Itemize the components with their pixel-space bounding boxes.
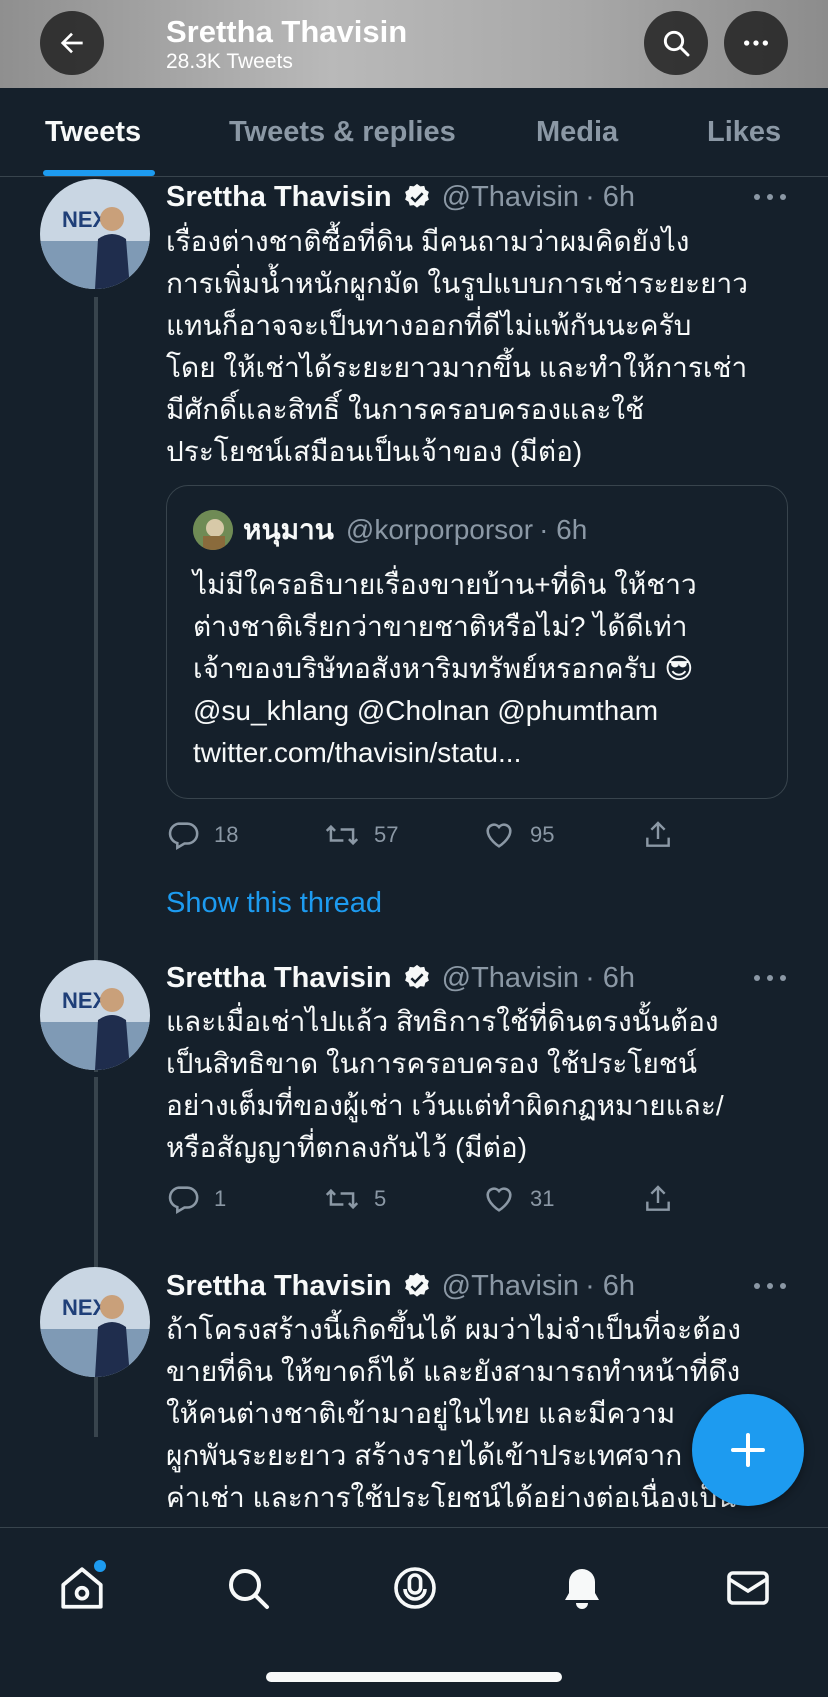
tweet-actions: 1 5 31	[166, 1179, 686, 1219]
user-handle[interactable]: @Thavisin	[442, 1270, 579, 1303]
user-name[interactable]: Srettha Thavisin	[166, 962, 392, 995]
profile-tabs: Tweets Tweets & replies Media Likes	[0, 88, 828, 177]
tweet-header: Srettha Thavisin @Thavisin · 6h	[166, 958, 635, 998]
verified-badge-icon	[402, 1271, 432, 1301]
quoted-tweet-header: หนุมาน @korporporsor · 6h	[193, 510, 587, 550]
avatar[interactable]: NEX	[40, 960, 150, 1070]
tab-tweets-and-replies[interactable]: Tweets & replies	[229, 116, 456, 149]
share-button[interactable]	[642, 1179, 688, 1219]
tweet-more-icon[interactable]	[754, 1276, 786, 1296]
verified-badge-icon	[402, 963, 432, 993]
active-tab-indicator	[43, 170, 155, 176]
quoted-tweet[interactable]: หนุมาน @korporporsor · 6h ไม่มีใครอธิบาย…	[166, 485, 788, 799]
quoted-user-handle: @korporporsor	[345, 514, 534, 545]
retweet-icon	[325, 1188, 359, 1210]
profile-photo-icon: NEX	[40, 1267, 150, 1377]
share-icon	[646, 1185, 670, 1211]
avatar[interactable]: NEX	[40, 1267, 150, 1377]
thread-line	[94, 297, 98, 1072]
tab-media[interactable]: Media	[536, 116, 618, 149]
tab-tweets[interactable]: Tweets	[45, 116, 141, 149]
quoted-user-name: หนุมาน	[243, 514, 334, 545]
show-thread-link[interactable]: Show this thread	[166, 887, 382, 920]
reply-count: 18	[214, 822, 239, 847]
header-title: Srettha Thavisin	[166, 14, 408, 49]
share-button[interactable]	[642, 815, 688, 855]
plus-icon	[731, 1433, 765, 1467]
user-name[interactable]: Srettha Thavisin	[166, 1270, 392, 1303]
retweet-button[interactable]: 57	[324, 815, 398, 855]
quoted-tweet-text: ไม่มีใครอธิบายเรื่องขายบ้าน+ที่ดิน ให้ชา…	[193, 569, 697, 768]
avatar[interactable]: NEX	[40, 179, 150, 289]
quoted-profile-photo-icon	[193, 510, 233, 550]
retweet-button[interactable]: 5	[324, 1179, 386, 1219]
more-horizontal-icon	[744, 40, 768, 46]
more-options-button[interactable]	[724, 11, 788, 75]
quoted-avatar	[193, 510, 233, 550]
tweet-text: และเมื่อเช่าไปแล้ว สิทธิการใช้ที่ดินตรงน…	[166, 1006, 724, 1163]
spaces-microphone-icon	[394, 1567, 436, 1609]
search-icon	[229, 1569, 269, 1609]
tweet-count: 28.3K Tweets	[166, 50, 293, 73]
verified-badge-icon	[402, 182, 432, 212]
nav-spaces[interactable]	[385, 1558, 445, 1618]
back-button[interactable]	[40, 11, 104, 75]
nav-messages[interactable]	[718, 1558, 778, 1618]
tab-likes[interactable]: Likes	[707, 116, 781, 149]
reply-icon	[168, 1186, 199, 1215]
compose-tweet-button[interactable]	[692, 1394, 804, 1506]
nav-home[interactable]	[52, 1558, 112, 1618]
user-handle[interactable]: @Thavisin	[442, 962, 579, 995]
tweet-header: Srettha Thavisin @Thavisin · 6h	[166, 177, 635, 217]
tweet-feed[interactable]: NEX Srettha Thavisin @Thavisin · 6h เรื่…	[0, 177, 828, 1527]
bottom-navigation	[0, 1527, 828, 1697]
mail-icon	[727, 1571, 769, 1605]
tweet-time: · 6h	[585, 1269, 636, 1302]
reply-button[interactable]: 1	[166, 1179, 226, 1219]
thread-line	[94, 1077, 98, 1437]
tweet-text: เรื่องต่างชาติซื้อที่ดิน มีคนถามว่าผมคิด…	[166, 226, 748, 467]
tweet-header: Srettha Thavisin @Thavisin · 6h	[166, 1266, 635, 1306]
retweet-count: 5	[374, 1186, 387, 1211]
retweet-icon	[325, 824, 359, 846]
like-count: 95	[530, 822, 555, 847]
reply-icon	[168, 822, 199, 851]
tweet-text: ถ้าโครงสร้างนี้เกิดขึ้นได้ ผมว่าไม่จำเป็…	[166, 1314, 741, 1513]
tweet-time: · 6h	[585, 180, 636, 213]
quoted-tweet-time: · 6h	[539, 514, 588, 545]
like-count: 31	[530, 1186, 555, 1211]
thread-dots	[94, 899, 98, 915]
search-button[interactable]	[644, 11, 708, 75]
reply-count: 1	[214, 1186, 227, 1211]
notification-dot	[94, 1560, 106, 1572]
tweet-more-icon[interactable]	[754, 187, 786, 207]
back-arrow-icon	[60, 32, 83, 54]
profile-header: Srettha Thavisin 28.3K Tweets	[0, 0, 828, 88]
bell-icon	[565, 1569, 599, 1609]
profile-photo-icon: NEX	[40, 960, 150, 1070]
home-indicator	[266, 1672, 562, 1682]
nav-notifications[interactable]	[552, 1558, 612, 1618]
user-name[interactable]: Srettha Thavisin	[166, 181, 392, 214]
like-button[interactable]: 31	[482, 1179, 554, 1219]
heart-icon	[486, 1187, 512, 1212]
reply-button[interactable]: 18	[166, 815, 238, 855]
profile-photo-icon: NEX	[40, 179, 150, 289]
search-icon	[663, 30, 690, 57]
tweet-more-icon[interactable]	[754, 968, 786, 988]
like-button[interactable]: 95	[482, 815, 554, 855]
tweet-time: · 6h	[585, 961, 636, 994]
nav-search[interactable]	[218, 1558, 278, 1618]
user-handle[interactable]: @Thavisin	[442, 181, 579, 214]
tweet-actions: 18 57 95	[166, 815, 686, 855]
retweet-count: 57	[374, 822, 399, 847]
heart-icon	[486, 823, 512, 848]
share-icon	[646, 821, 670, 847]
